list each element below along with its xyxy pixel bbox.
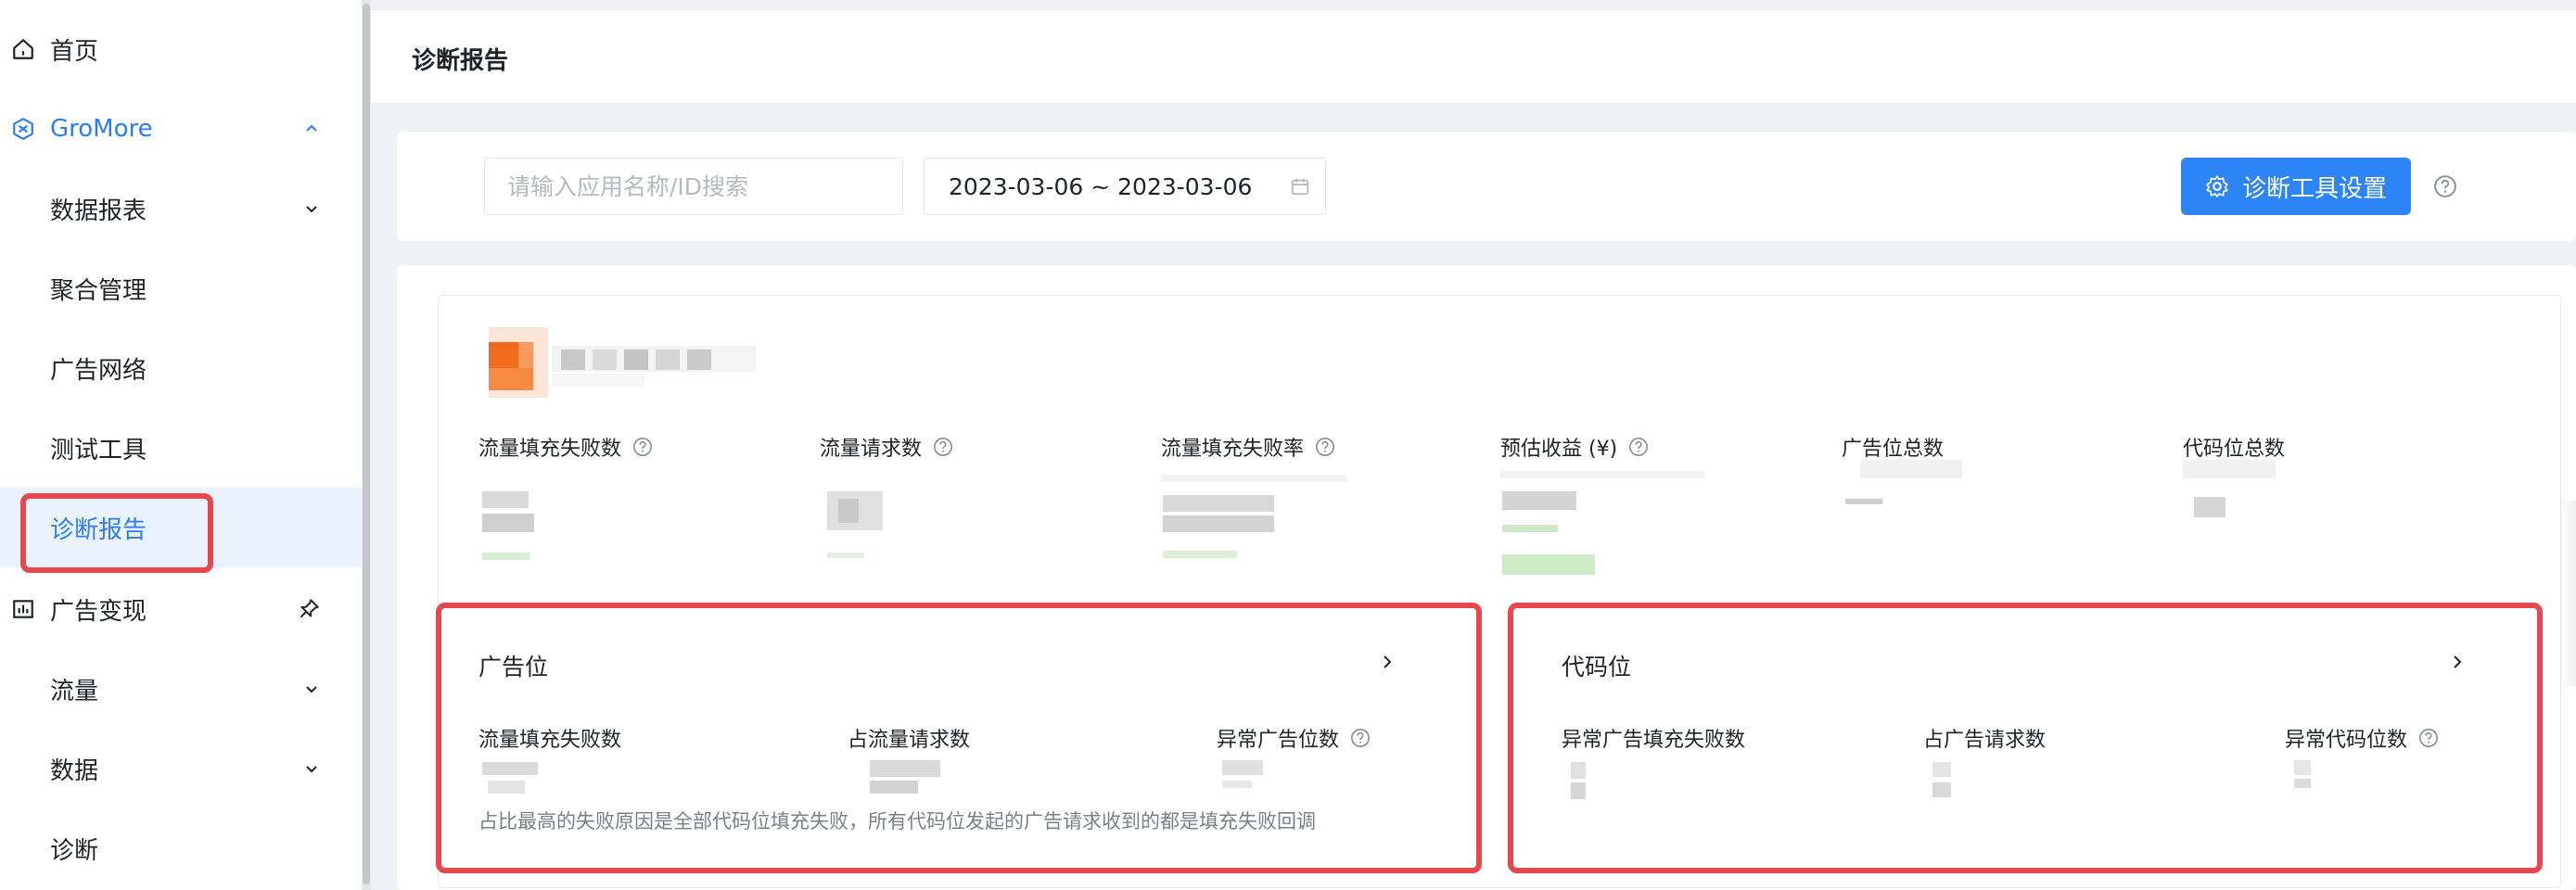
search-input[interactable] — [484, 158, 903, 215]
code-slot-label: 异常代码位数 — [2285, 729, 2408, 752]
sidebar-scrollbar[interactable] — [362, 0, 371, 890]
help-icon[interactable] — [1350, 728, 1371, 748]
help-icon[interactable] — [2433, 174, 2457, 198]
date-range-picker[interactable]: 2023-03-06 ~ 2023-03-06 — [924, 158, 1326, 215]
sidebar-item-label: 诊断报告 — [50, 515, 147, 544]
sidebar-item-gromore[interactable]: GroMore — [0, 89, 362, 169]
metric-fill-failures: 流量填充失败数 — [478, 432, 653, 462]
chevron-up-icon — [306, 124, 317, 132]
calendar-icon — [1291, 178, 1309, 196]
metric-label: 预估收益 (¥) — [1500, 438, 1618, 461]
date-range-value: 2023-03-06 ~ 2023-03-06 — [949, 172, 1253, 200]
metric-code-slot-total: 代码位总数 — [2183, 432, 2285, 462]
page-title: 诊断报告 — [412, 47, 509, 75]
gromore-icon — [13, 118, 33, 140]
sidebar-item-label: 数据 — [50, 756, 99, 785]
sidebar-item-ad-monetization[interactable]: 广告变现 — [0, 569, 362, 649]
code-slot-value-redacted — [2294, 760, 2311, 788]
code-slot-label: 异常广告填充失败数 — [1562, 729, 1746, 752]
metric-label: 广告位总数 — [1842, 438, 1945, 461]
metric-value-redacted — [482, 491, 534, 560]
page-header: 诊断报告 — [371, 9, 2576, 103]
ad-slot-label: 占流量请求数 — [848, 729, 971, 752]
code-slot-value-redacted — [1932, 762, 1951, 797]
ad-slot-value-redacted — [482, 762, 538, 794]
metric-value-redacted — [1845, 460, 1962, 504]
sidebar-item-label: 流量 — [50, 677, 99, 706]
code-slot-value-redacted — [1571, 762, 1586, 799]
sidebar-item-diagnosis-report[interactable]: 诊断报告 — [0, 488, 362, 567]
code-slot-title: 代码位 — [1562, 654, 1632, 680]
ad-slot-abnormal-label: 异常广告位数 — [1217, 723, 1371, 753]
app-logo — [489, 327, 548, 398]
chevron-down-icon — [306, 766, 317, 773]
pin-icon[interactable] — [297, 597, 321, 621]
metric-value-redacted — [1161, 475, 1346, 558]
metric-ad-slot-total: 广告位总数 — [1842, 432, 1944, 462]
chevron-down-icon — [306, 206, 317, 213]
chevron-right-icon[interactable] — [2448, 653, 2467, 671]
metric-value-redacted — [1500, 471, 1704, 575]
sidebar-item-label: 广告变现 — [50, 597, 147, 626]
ad-slot-title: 广告位 — [478, 654, 549, 680]
code-slot-label: 占广告请求数 — [1923, 729, 2047, 752]
metric-fill-failure-rate: 流量填充失败率 — [1161, 432, 1335, 462]
sidebar-item-traffic[interactable]: 流量 — [0, 649, 362, 729]
sidebar-item-label: 聚合管理 — [50, 276, 147, 305]
sidebar-item-label: 广告网络 — [50, 356, 147, 385]
chevron-right-icon[interactable] — [1378, 653, 1396, 671]
edge-shadow — [2557, 501, 2576, 686]
chevron-down-icon — [306, 686, 317, 693]
metric-label: 流量请求数 — [820, 438, 923, 461]
gear-icon — [2206, 175, 2228, 197]
ad-slot-label: 异常广告位数 — [1217, 729, 1340, 752]
metric-traffic-requests: 流量请求数 — [820, 432, 953, 462]
sidebar-item-test-tools[interactable]: 测试工具 — [0, 408, 362, 488]
ad-slot-label: 流量填充失败数 — [478, 729, 622, 752]
help-icon[interactable] — [933, 437, 953, 457]
help-icon[interactable] — [2418, 728, 2439, 748]
diagnosis-tool-settings-button[interactable]: 诊断工具设置 — [2181, 158, 2411, 215]
app-name-redacted — [552, 346, 756, 387]
sidebar-item-home[interactable]: 首页 — [0, 9, 362, 89]
ad-slot-failure-note: 占比最高的失败原因是全部代码位填充失败，所有代码位发起的广告请求收到的都是填充失… — [478, 810, 1316, 833]
sidebar-item-label: 诊断 — [50, 836, 99, 865]
code-slot-abnormal-label: 异常代码位数 — [2285, 723, 2439, 753]
ad-slot-value-redacted — [870, 760, 940, 794]
sidebar-item-label: 数据报表 — [50, 197, 147, 225]
chart-icon — [13, 600, 33, 618]
home-icon — [13, 39, 33, 59]
sidebar-item-label: GroMore — [50, 115, 153, 143]
sidebar-item-data[interactable]: 数据 — [0, 729, 362, 808]
metric-label: 代码位总数 — [2183, 438, 2286, 461]
sidebar-item-ad-network[interactable]: 广告网络 — [0, 328, 362, 408]
sidebar-item-data-report[interactable]: 数据报表 — [0, 169, 362, 248]
metric-value-redacted — [2183, 460, 2276, 517]
sidebar-item-diagnosis[interactable]: 诊断 — [0, 808, 362, 888]
filter-bar: 2023-03-06 ~ 2023-03-06 诊断工具设置 — [397, 132, 2576, 241]
metric-label: 流量填充失败数 — [478, 438, 622, 461]
sidebar-item-aggregation[interactable]: 聚合管理 — [0, 248, 362, 328]
help-icon[interactable] — [1628, 437, 1649, 457]
help-icon[interactable] — [632, 437, 653, 457]
sidebar: 首页 GroMore 数据报表 聚合管理 广告网络 测试工具 诊断报告 广告变现… — [0, 0, 362, 890]
tool-button-label: 诊断工具设置 — [2241, 174, 2387, 203]
scrollbar-thumb[interactable] — [363, 4, 370, 884]
code-slot-card[interactable]: 代码位 异常广告填充失败数 占广告请求数 异常代码位数 — [1508, 608, 2543, 860]
ad-slot-value-redacted — [1222, 760, 1263, 788]
ad-slot-card[interactable]: 广告位 流量填充失败数 占流量请求数 异常广告位数 占比最高的失败原因是全部代码… — [449, 608, 1484, 860]
sidebar-item-label: 首页 — [50, 37, 99, 66]
metric-value-redacted — [827, 491, 883, 558]
main-content: 诊断报告 2023-03-06 ~ 2023-03-06 诊断工具设置 — [371, 0, 2576, 890]
help-icon[interactable] — [1315, 437, 1335, 457]
metric-label: 流量填充失败率 — [1161, 438, 1305, 461]
sidebar-item-label: 测试工具 — [50, 436, 147, 464]
metric-estimated-revenue: 预估收益 (¥) — [1500, 432, 1649, 462]
